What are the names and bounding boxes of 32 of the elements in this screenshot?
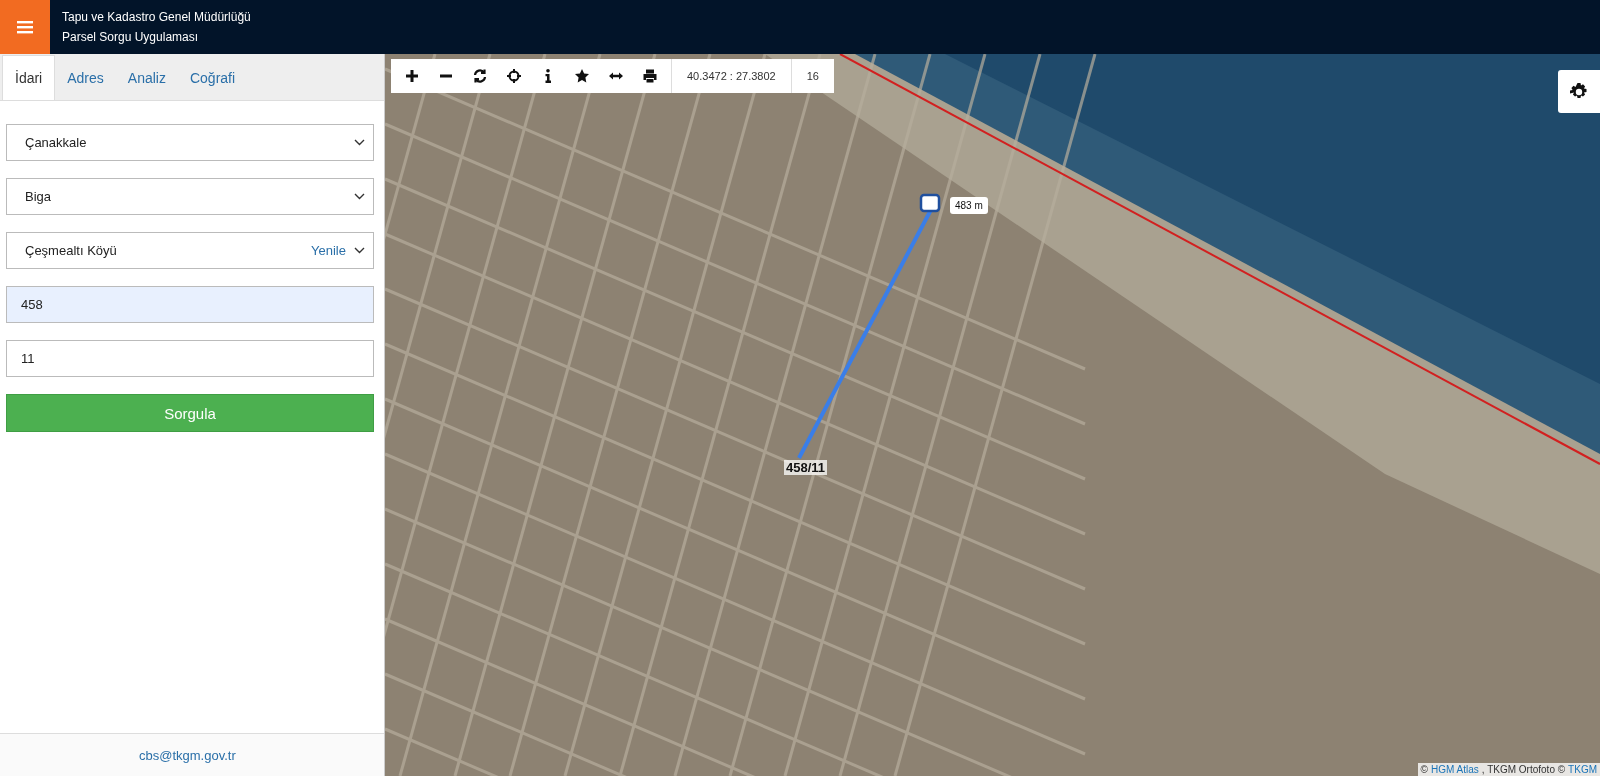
attribution-text: © [1420,764,1428,775]
zoom-level-readout: 16 [790,59,834,93]
chevron-down-icon [354,193,365,200]
tab[interactable]: İdari [2,55,56,100]
chevron-down-icon [354,247,365,254]
chevron-down-icon [354,139,365,146]
crosshair-icon [506,68,522,84]
star-icon [574,68,590,84]
header-subtitle: Parsel Sorgu Uygulaması [62,30,200,44]
distance-label: 483 m [950,197,988,214]
input-field[interactable]: 11 [6,340,374,377]
menu-button[interactable] [0,0,50,54]
tab[interactable]: Coğrafi [177,55,248,100]
dropdown-field[interactable]: Çeşmealtı Köyü Yenile [6,232,374,269]
refresh-link[interactable]: Yenile [311,243,346,258]
coordinates-readout: 40.3472 : 27.3802 [671,59,791,93]
header-title: Tapu ve Kadastro Genel Müdürlüğü [62,10,251,24]
tab[interactable]: Adres [55,55,116,100]
attribution-link[interactable]: HGM Atlas [1431,764,1479,775]
refresh-icon [472,68,488,84]
email-link[interactable]: cbs@tkgm.gov.tr [139,747,236,763]
dropdown-field[interactable]: Biga [6,178,374,215]
input-field[interactable]: 458 [6,286,374,323]
tab[interactable]: Analiz [115,55,178,100]
attribution-link[interactable]: TKGM [1568,764,1597,775]
settings-button[interactable] [1558,70,1600,113]
menu-icon [17,20,33,34]
dropdown-field[interactable]: Çanakkale [6,124,374,161]
parcel-label: 458/11 [784,460,828,475]
printer-icon [642,68,658,84]
attribution-text: , TKGM Ortofoto © [1481,764,1566,775]
plus-icon [404,68,420,84]
